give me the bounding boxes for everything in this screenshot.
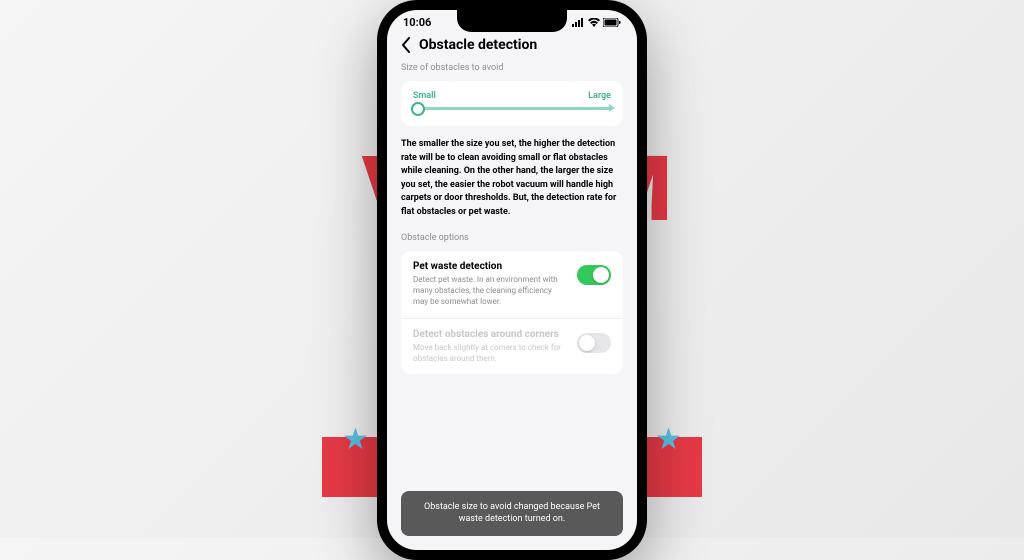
options-section-label: Obstacle options [401,233,623,243]
obstacle-size-slider-card: Small Large [401,81,623,126]
page-title: Obstacle detection [419,37,537,53]
obstacle-options-card: Pet waste detection Detect pet waste. In… [401,251,623,374]
pet-waste-detection-row: Pet waste detection Detect pet waste. In… [401,251,623,318]
detect-corners-row: Detect obstacles around corners Move bac… [401,318,623,374]
detect-corners-desc: Move back slightly at corners to check f… [413,342,567,364]
wifi-icon [588,18,600,27]
status-time: 10:06 [403,16,431,29]
slider-thumb[interactable] [411,102,425,116]
pet-waste-title: Pet waste detection [413,261,567,272]
slider-min-label: Small [413,91,436,101]
toast-message: Obstacle size to avoid changed because P… [401,491,623,536]
detect-corners-toggle[interactable] [577,333,611,353]
pet-waste-toggle[interactable] [577,265,611,285]
slider-section-label: Size of obstacles to avoid [401,63,623,73]
battery-icon [603,18,621,27]
slider-max-label: Large [588,91,611,101]
page-header: Obstacle detection [387,31,637,63]
phone-mockup: 10:06 Obstacle detection Size of obstacl… [377,0,647,560]
back-icon[interactable] [401,37,411,53]
obstacle-size-slider[interactable] [413,107,611,110]
pet-waste-desc: Detect pet waste. In an environment with… [413,274,567,308]
signal-icon [572,18,585,27]
detect-corners-title: Detect obstacles around corners [413,329,567,340]
phone-notch [457,10,567,32]
slider-description: The smaller the size you set, the higher… [401,138,623,219]
